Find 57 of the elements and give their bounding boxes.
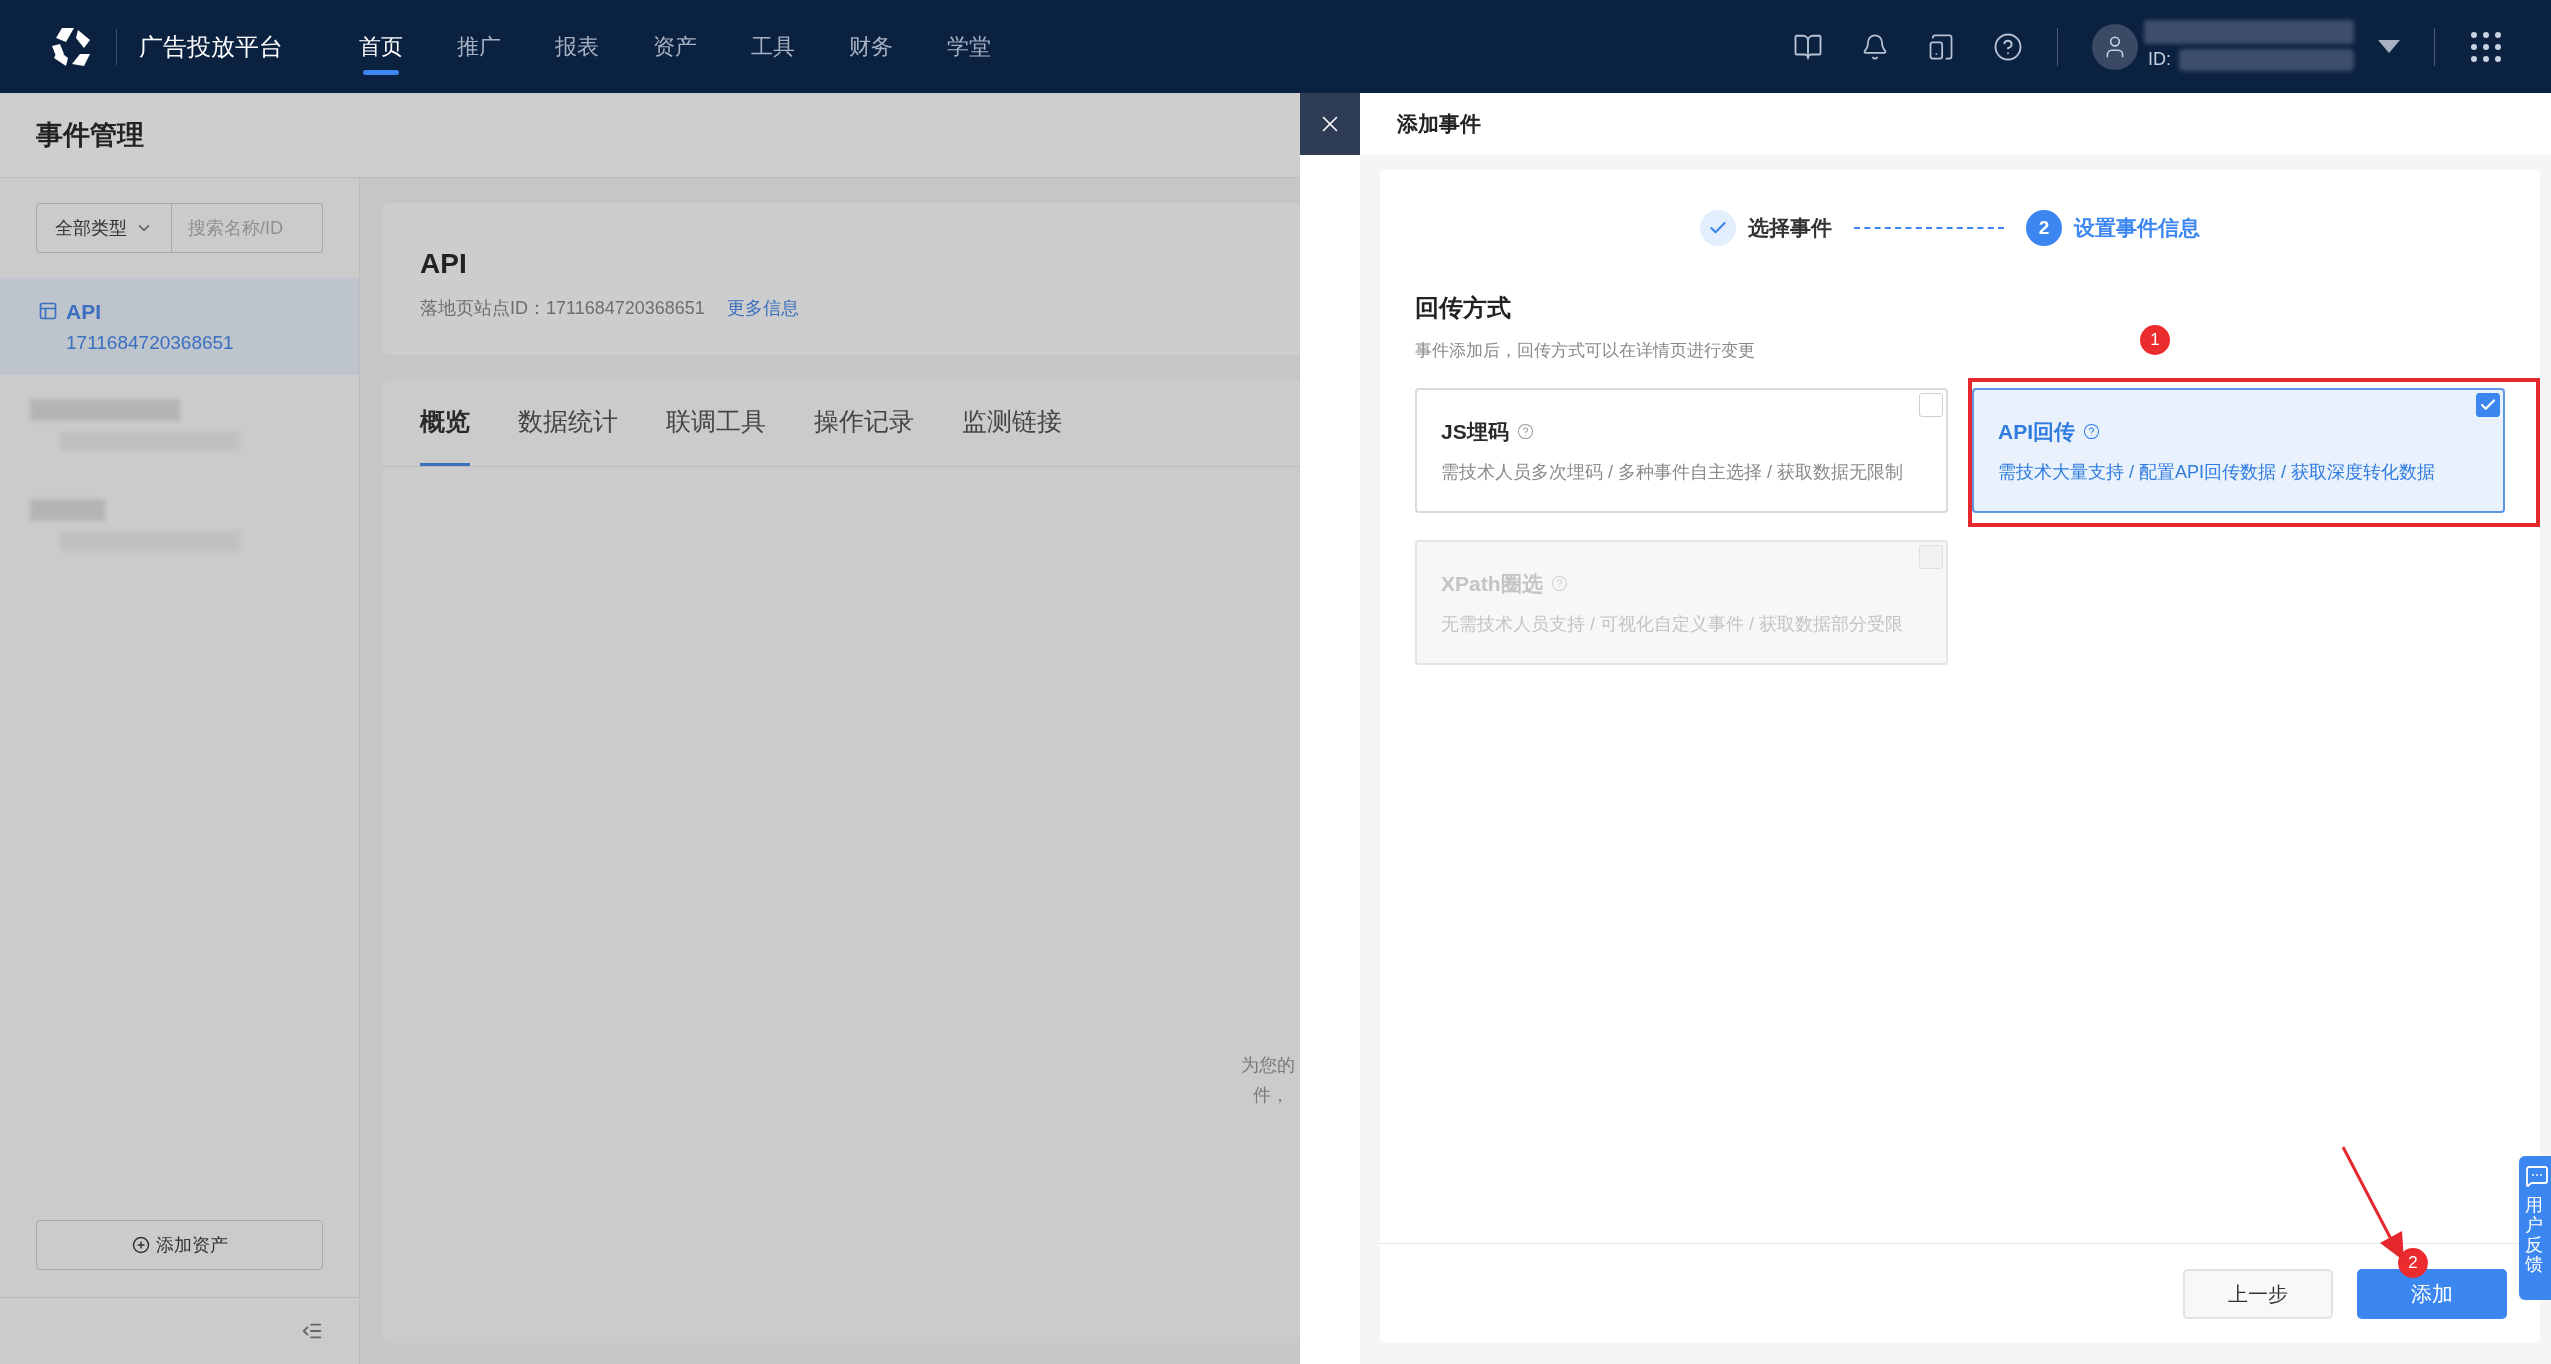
bell-icon[interactable] [1861, 32, 1889, 61]
help-icon [2083, 422, 2100, 440]
tab[interactable]: 操作记录 [814, 380, 914, 466]
step-label: 选择事件 [1748, 215, 1832, 242]
nav-tab[interactable]: 推广 [457, 16, 501, 77]
feedback-tab[interactable]: 用户反馈 [2519, 1156, 2551, 1300]
drawer-title: 添加事件 [1397, 111, 1481, 138]
callback-option-card[interactable]: API回传 需技术大量支持 / 配置API回传数据 / 获取深度转化数据 [1972, 387, 2505, 513]
chat-icon [2525, 1164, 2549, 1188]
tablet-icon[interactable] [1927, 32, 1955, 61]
help-icon[interactable] [1993, 31, 2023, 62]
avatar[interactable] [2092, 23, 2138, 70]
section-title: 回传方式 [1415, 293, 1512, 323]
add-asset-button[interactable]: 添加资产 [36, 1220, 323, 1270]
plus-icon [131, 1236, 150, 1254]
search-field[interactable]: 搜索名称/ID [172, 203, 323, 253]
step-marker: 1 [2140, 324, 2170, 355]
nav-tab[interactable]: 学堂 [947, 16, 991, 77]
empty-hint-text: 为您的 [1241, 1054, 1295, 1077]
empty-hint-text: 件， [1253, 1084, 1290, 1107]
feedback-label: 用户反馈 [2525, 1196, 2543, 1276]
nav-tab[interactable]: 财务 [849, 16, 893, 77]
help-icon [1516, 422, 1534, 440]
step-number: 2 [2026, 210, 2062, 246]
brand-name: 广告投放平台 [139, 31, 283, 62]
page-title: 事件管理 [36, 118, 144, 152]
back-button[interactable]: 上一步 [2183, 1268, 2333, 1319]
nav-tab[interactable]: 首页 [359, 16, 403, 77]
step-done-icon [1700, 210, 1736, 246]
tab[interactable]: 概览 [420, 380, 470, 466]
help-icon [1550, 574, 1568, 592]
option-checkbox[interactable] [1919, 392, 1943, 417]
page-layout-icon [38, 301, 58, 322]
option-title: API回传 [1998, 418, 2075, 445]
asset-name: API [66, 298, 101, 325]
user-id-label: ID: [2148, 48, 2171, 71]
tab[interactable]: 联调工具 [666, 380, 766, 466]
close-button[interactable] [1300, 93, 1360, 155]
option-title: JS埋码 [1441, 418, 1509, 445]
asset-title: API [420, 247, 468, 281]
caret-icon[interactable] [2378, 39, 2400, 54]
nav-tab[interactable]: 资产 [653, 16, 697, 77]
apps-grid-icon[interactable] [2469, 29, 2503, 64]
step-label: 设置事件信息 [2074, 215, 2200, 242]
option-description: 需技术人员多次埋码 / 多种事件自主选择 / 获取数据无限制 [1441, 461, 1904, 484]
callback-option-card[interactable]: JS埋码 需技术人员多次埋码 / 多种事件自主选择 / 获取数据无限制 [1415, 387, 1948, 513]
type-filter-dropdown[interactable]: 全部类型 [36, 203, 172, 253]
submit-button[interactable]: 添加 [2357, 1268, 2507, 1319]
tab[interactable]: 数据统计 [518, 380, 618, 466]
option-checkbox[interactable] [2476, 392, 2500, 417]
asset-id: 1711684720368651 [66, 331, 235, 355]
site-id-text: 落地页站点ID：1711684720368651 [420, 297, 705, 320]
nav-tab[interactable]: 报表 [555, 16, 599, 77]
nav-tab[interactable]: 工具 [751, 16, 795, 77]
option-description: 需技术大量支持 / 配置API回传数据 / 获取深度转化数据 [1998, 461, 2437, 484]
section-hint: 事件添加后，回传方式可以在详情页进行变更 [1415, 340, 1755, 362]
tab[interactable]: 监测链接 [962, 380, 1062, 466]
